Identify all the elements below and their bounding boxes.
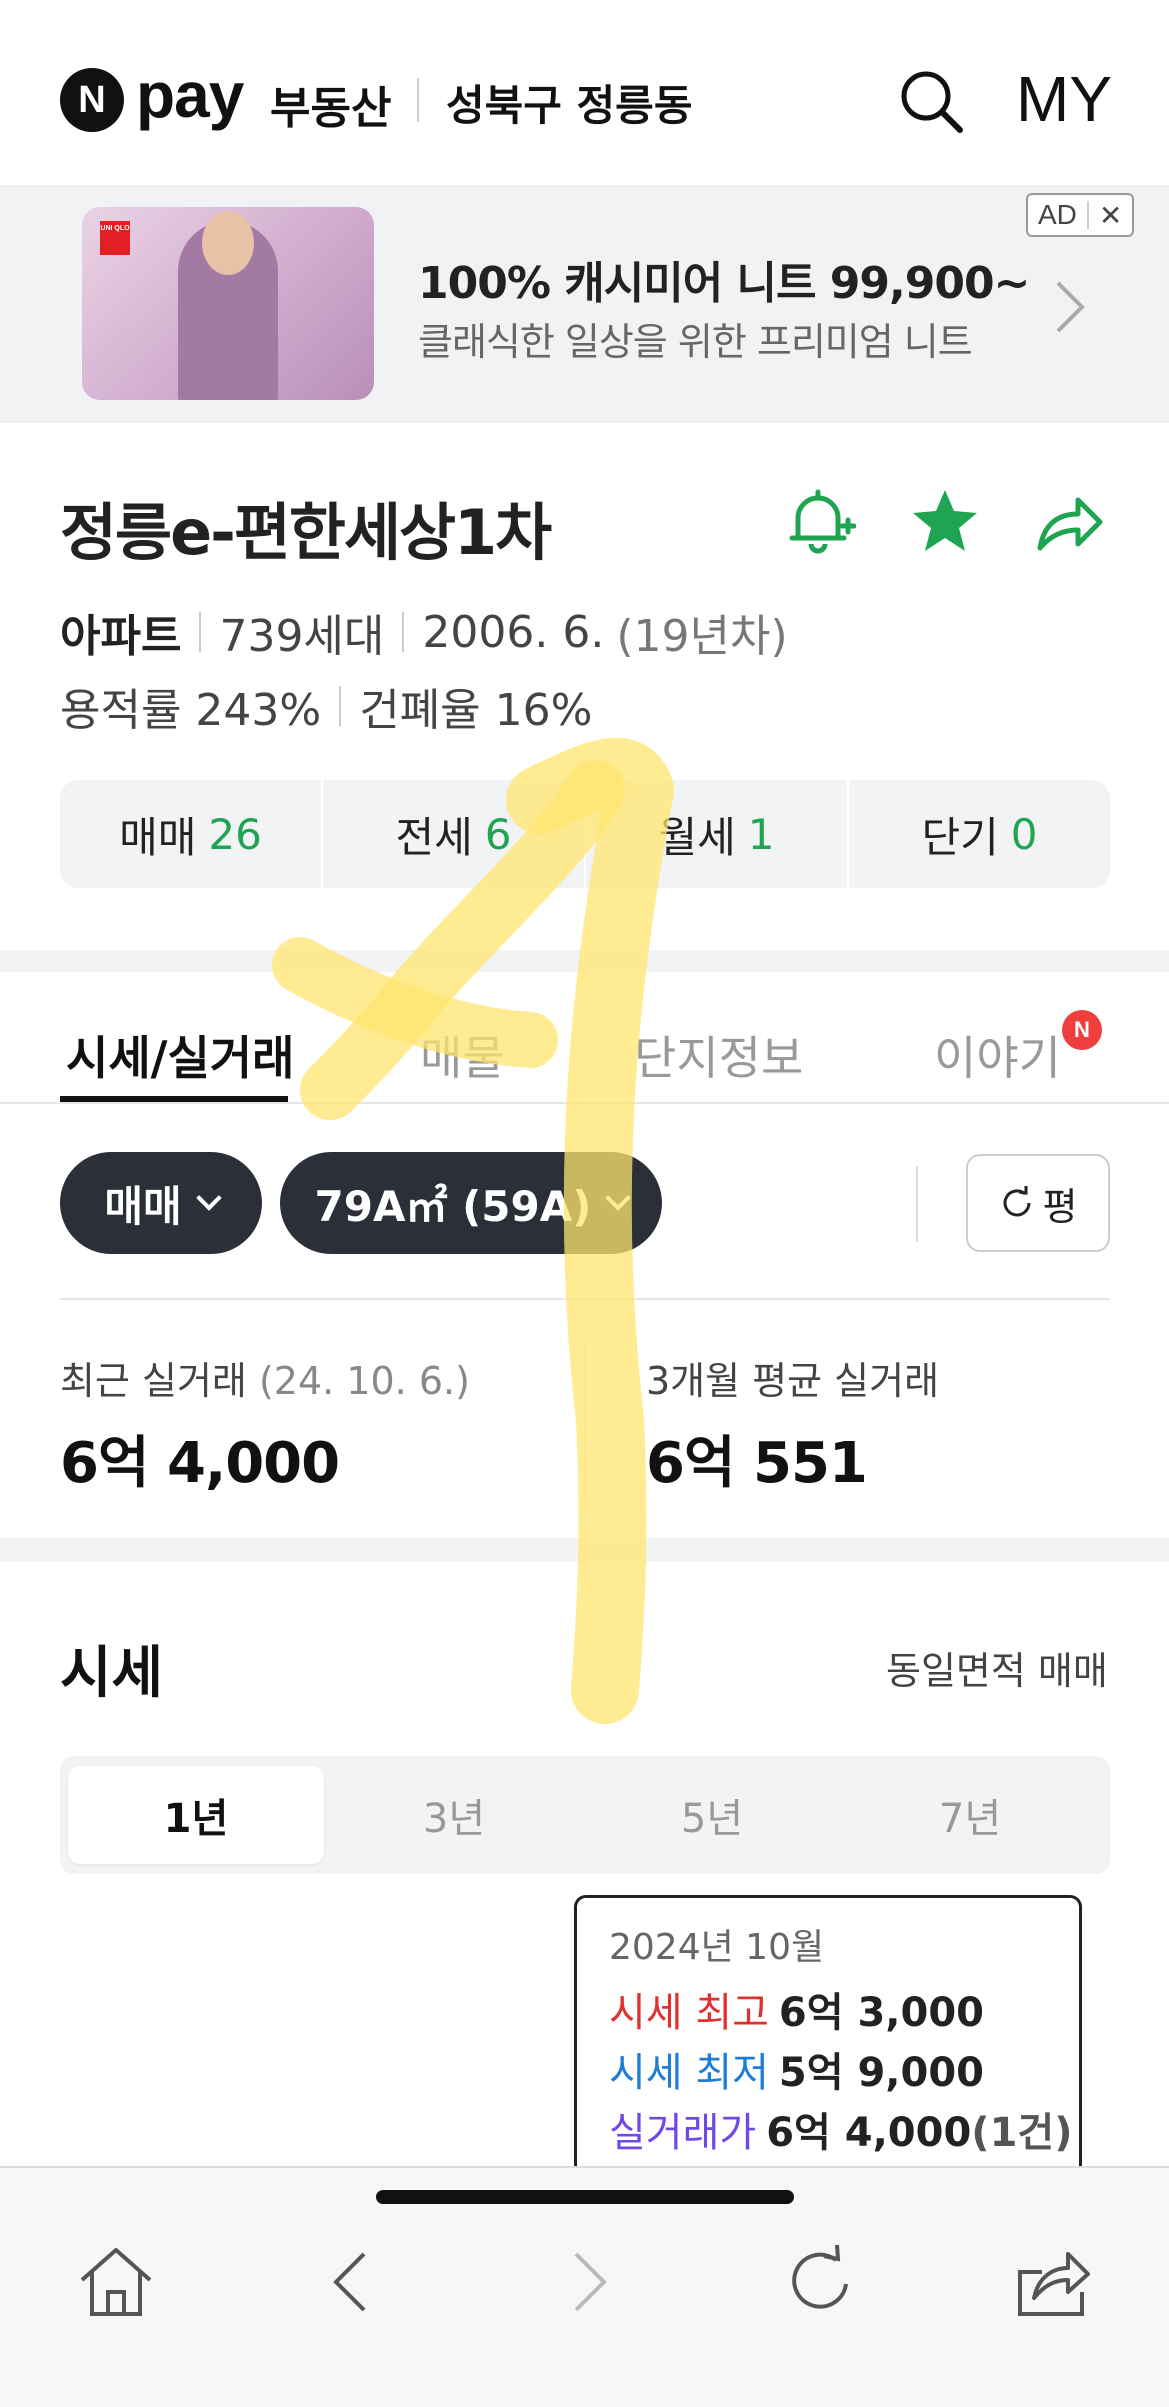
tooltip-date: 2024년 10월 [609, 1927, 825, 1968]
tooltip-trade-count: (1건) [971, 2110, 1073, 2156]
reload-icon[interactable] [780, 2242, 860, 2322]
period-5y-button[interactable]: 5년 [584, 1766, 840, 1864]
trade-count-value: 1 [747, 809, 775, 859]
trade-count-label: 매매 [119, 812, 197, 862]
bell-plus-icon[interactable] [784, 486, 856, 558]
forward-icon[interactable] [548, 2242, 628, 2322]
building-coverage-ratio: 건폐율 16% [359, 685, 593, 736]
tooltip-high-row: 시세 최고 6억 3,000 [609, 1980, 984, 2038]
period-selector: 1년 3년 5년 7년 [60, 1756, 1110, 1874]
trade-count-value: 0 [1010, 809, 1038, 859]
my-button[interactable]: MY [1016, 62, 1112, 136]
unit-toggle-button[interactable]: 평 [966, 1154, 1110, 1252]
chevron-down-icon [195, 1185, 222, 1211]
period-3y-button[interactable]: 3년 [326, 1766, 582, 1864]
complex-built-date: 2006. 6. [422, 606, 605, 658]
avg-trade-label: 3개월 평균 실거래 [646, 1359, 940, 1403]
tooltip-trade-value: 6억 4,000 [766, 2110, 972, 2156]
period-1y-button[interactable]: 1년 [68, 1766, 324, 1864]
refresh-icon [1003, 1186, 1031, 1217]
unit-toggle-label: 평 [1042, 1184, 1078, 1229]
section-divider [0, 1538, 1169, 1562]
recent-trade-value: 6억 4,000 [60, 1431, 340, 1496]
trade-count-short[interactable]: 단기 0 [849, 780, 1110, 888]
chart-tooltip: 2024년 10월 시세 최고 6억 3,000 시세 최저 5억 9,000 실거… [574, 1895, 1082, 2177]
stat-divider [584, 1346, 586, 1494]
trade-count-label: 월세 [658, 812, 736, 862]
active-tab-indicator [60, 1096, 288, 1102]
tooltip-high-label: 시세 최고 [609, 1990, 769, 2036]
tooltip-trade-row: 실거래가 6억 4,000(1건) [609, 2100, 1073, 2158]
ad-banner[interactable]: UNI QLO 100% 캐시미어 니트 99,900~ 클래식한 일상을 위한… [0, 185, 1169, 423]
area-dropdown[interactable]: 79A㎡ (59A) [280, 1152, 662, 1254]
tooltip-low-label: 시세 최저 [609, 2050, 769, 2096]
ad-subtitle[interactable]: 클래식한 일상을 위한 프리미엄 니트 [418, 311, 973, 366]
ad-model-head [202, 211, 254, 275]
tab-listings[interactable]: 매물 [420, 1022, 505, 1088]
new-badge: N [1062, 1010, 1102, 1050]
search-icon[interactable] [896, 66, 966, 136]
app-header: N pay 부동산 성북구 정릉동 MY [0, 0, 1169, 185]
same-area-sale-link[interactable]: 동일면적 매매 [886, 1640, 1108, 1695]
complex-meta: 아파트 739세대 2006. 6. (19년차) [60, 600, 788, 664]
ad-brand-logo: UNI QLO [100, 221, 130, 255]
ad-badge: AD ✕ [1026, 193, 1135, 237]
trade-count-bar: 매매 26 전세 6 월세 1 단기 0 [60, 780, 1110, 888]
meta-divider [339, 686, 342, 726]
complex-households: 739세대 [219, 611, 385, 662]
trade-type-dropdown[interactable]: 매매 [60, 1152, 262, 1254]
chevron-down-icon [605, 1185, 632, 1211]
divider-line [60, 1298, 1110, 1300]
recent-trade-date: (24. 10. 6.) [258, 1359, 470, 1403]
complex-name: 정릉e-편한세상1차 [60, 496, 552, 569]
trade-type-value: 매매 [104, 1181, 182, 1231]
ad-close-icon[interactable]: ✕ [1089, 199, 1132, 232]
back-icon[interactable] [312, 2242, 392, 2322]
home-indicator [376, 2190, 794, 2204]
home-icon[interactable] [76, 2242, 156, 2322]
meta-divider [402, 612, 405, 652]
ad-label-text: AD [1038, 199, 1077, 230]
trade-count-sale[interactable]: 매매 26 [60, 780, 323, 888]
meta-divider [199, 612, 202, 652]
trade-count-monthly[interactable]: 월세 1 [586, 780, 849, 888]
share-icon[interactable] [1012, 2242, 1092, 2322]
period-7y-button[interactable]: 7년 [842, 1766, 1098, 1864]
tab-bar: 시세/실거래 매물 단지정보 이야기 [0, 972, 1169, 1104]
complex-ratios: 용적률 243% 건폐율 16% [60, 674, 592, 738]
ad-image[interactable]: UNI QLO [82, 207, 374, 400]
trade-count-value: 6 [484, 809, 512, 859]
favorite-star-icon[interactable] [910, 486, 980, 556]
avg-trade-value: 6억 551 [646, 1431, 868, 1496]
area-value: 79A㎡ (59A) [314, 1181, 592, 1231]
header-divider [417, 78, 419, 122]
header-location[interactable]: 성북구 정릉동 [446, 72, 692, 133]
trade-count-value: 26 [208, 809, 262, 859]
recent-trade-title: 최근 실거래 [60, 1359, 247, 1403]
section-divider [0, 950, 1169, 972]
filter-divider [916, 1166, 918, 1242]
npay-logo-icon[interactable]: N [60, 68, 124, 132]
complex-type: 아파트 [60, 611, 182, 662]
tooltip-low-value: 5억 9,000 [778, 2050, 985, 2096]
trade-count-label: 전세 [395, 812, 473, 862]
service-name[interactable]: 부동산 [270, 72, 391, 136]
tooltip-trade-label: 실거래가 [609, 2110, 757, 2156]
tab-stories[interactable]: 이야기 [934, 1022, 1061, 1088]
chevron-right-icon[interactable] [1050, 277, 1090, 337]
ad-title[interactable]: 100% 캐시미어 니트 99,900~ [418, 247, 1030, 311]
npay-logo-text[interactable]: pay [136, 58, 244, 132]
floor-area-ratio: 용적률 243% [60, 685, 322, 736]
tooltip-high-value: 6억 3,000 [778, 1990, 985, 2036]
tab-complex-info[interactable]: 단지정보 [634, 1022, 803, 1088]
trade-count-jeonse[interactable]: 전세 6 [323, 780, 586, 888]
tab-price-trade[interactable]: 시세/실거래 [66, 1022, 294, 1088]
recent-trade-label: 최근 실거래 (24. 10. 6.) [60, 1350, 470, 1405]
share-icon[interactable] [1036, 490, 1104, 554]
complex-age: (19년차) [616, 611, 788, 662]
tooltip-low-row: 시세 최저 5억 9,000 [609, 2040, 984, 2098]
trade-count-label: 단기 [921, 812, 999, 862]
price-heading: 시세 [60, 1641, 164, 1706]
